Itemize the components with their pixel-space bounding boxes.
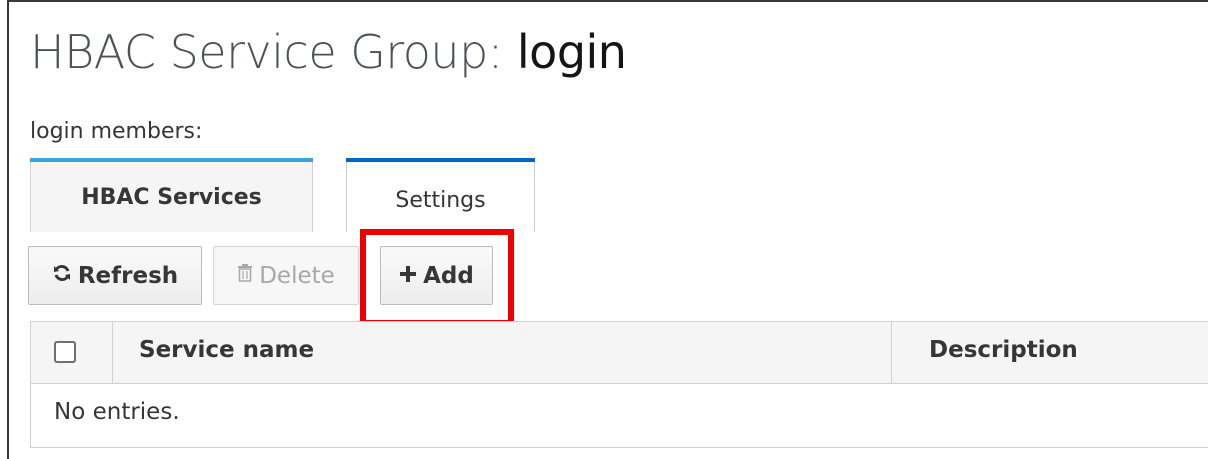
members-table: Service name Description No entries. xyxy=(30,321,1208,448)
trash-icon xyxy=(237,263,253,289)
table-header: Service name Description xyxy=(30,321,1208,384)
delete-button[interactable]: Delete xyxy=(213,246,359,305)
table-empty-row: No entries. xyxy=(30,384,1208,448)
column-header-description-label: Description xyxy=(929,337,1078,363)
tab-settings[interactable]: Settings xyxy=(346,158,535,232)
page-title-prefix: HBAC Service Group: xyxy=(30,25,517,79)
tab-hbac-services-label: HBAC Services xyxy=(81,185,262,210)
members-label: login members: xyxy=(30,119,203,144)
select-all-checkbox[interactable] xyxy=(54,341,76,363)
column-header-service-name[interactable]: Service name xyxy=(113,322,892,383)
column-header-service-name-label: Service name xyxy=(139,337,315,363)
page-title: HBAC Service Group: login xyxy=(30,22,627,82)
select-all-cell xyxy=(31,322,113,383)
delete-label: Delete xyxy=(259,262,335,289)
page-title-entity: login xyxy=(516,25,627,79)
tab-hbac-services[interactable]: HBAC Services xyxy=(30,158,313,232)
add-button-highlight xyxy=(360,229,514,326)
empty-message: No entries. xyxy=(54,399,180,425)
refresh-button[interactable]: Refresh xyxy=(28,246,202,305)
refresh-label: Refresh xyxy=(77,262,179,289)
refresh-icon xyxy=(52,263,72,289)
tab-settings-label: Settings xyxy=(395,188,486,213)
